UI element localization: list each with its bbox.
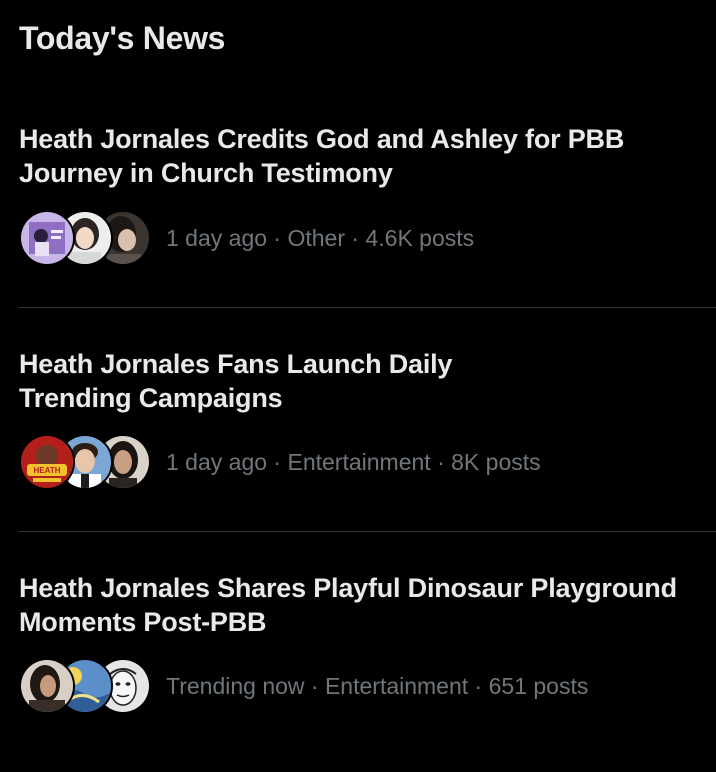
avatar — [19, 210, 75, 266]
meta-separator: · — [267, 449, 288, 475]
news-meta-row: HEATH 1 day ago · Entertainment · 8K pos… — [19, 434, 709, 490]
news-category: Entertainment — [287, 449, 431, 475]
meta-separator: · — [267, 225, 288, 251]
divider — [19, 307, 716, 308]
news-meta-text: Trending now · Entertainment · 651 posts — [166, 671, 588, 701]
news-time: Trending now — [166, 673, 305, 699]
news-time: 1 day ago — [166, 449, 268, 475]
meta-separator: · — [430, 449, 452, 475]
news-meta-text: 1 day ago · Entertainment · 8K posts — [166, 447, 541, 477]
news-time: 1 day ago — [166, 225, 268, 251]
news-meta-text: 1 day ago · Other · 4.6K posts — [166, 223, 474, 253]
avatar-stack — [19, 210, 151, 266]
section-title: Today's News — [19, 20, 226, 56]
meta-separator: · — [345, 225, 366, 251]
news-item[interactable]: Heath Jornales Shares Playful Dinosaur P… — [0, 572, 716, 772]
avatar — [19, 658, 75, 714]
news-meta-row: Trending now · Entertainment · 651 posts — [19, 658, 709, 714]
news-headline[interactable]: Heath Jornales Shares Playful Dinosaur P… — [19, 572, 709, 639]
news-item[interactable]: Heath Jornales Credits God and Ashley fo… — [0, 123, 716, 347]
news-headline[interactable]: Heath Jornales Fans Launch Daily Trendin… — [19, 348, 489, 415]
avatar-stack — [19, 658, 151, 714]
news-meta-row: 1 day ago · Other · 4.6K posts — [19, 210, 709, 266]
news-headline[interactable]: Heath Jornales Credits God and Ashley fo… — [19, 123, 709, 190]
avatar-stack: HEATH — [19, 434, 151, 490]
news-post-count: 8K posts — [451, 449, 541, 475]
svg-text:HEATH: HEATH — [34, 466, 61, 475]
meta-separator: · — [304, 673, 325, 699]
news-post-count: 4.6K posts — [365, 225, 475, 251]
divider — [19, 531, 716, 532]
news-category: Entertainment — [324, 673, 469, 699]
avatar: HEATH — [19, 434, 75, 490]
news-post-count: 651 posts — [488, 673, 589, 699]
meta-separator: · — [468, 673, 489, 699]
news-item[interactable]: Heath Jornales Fans Launch Daily Trendin… — [0, 348, 716, 572]
news-category: Other — [287, 225, 346, 251]
